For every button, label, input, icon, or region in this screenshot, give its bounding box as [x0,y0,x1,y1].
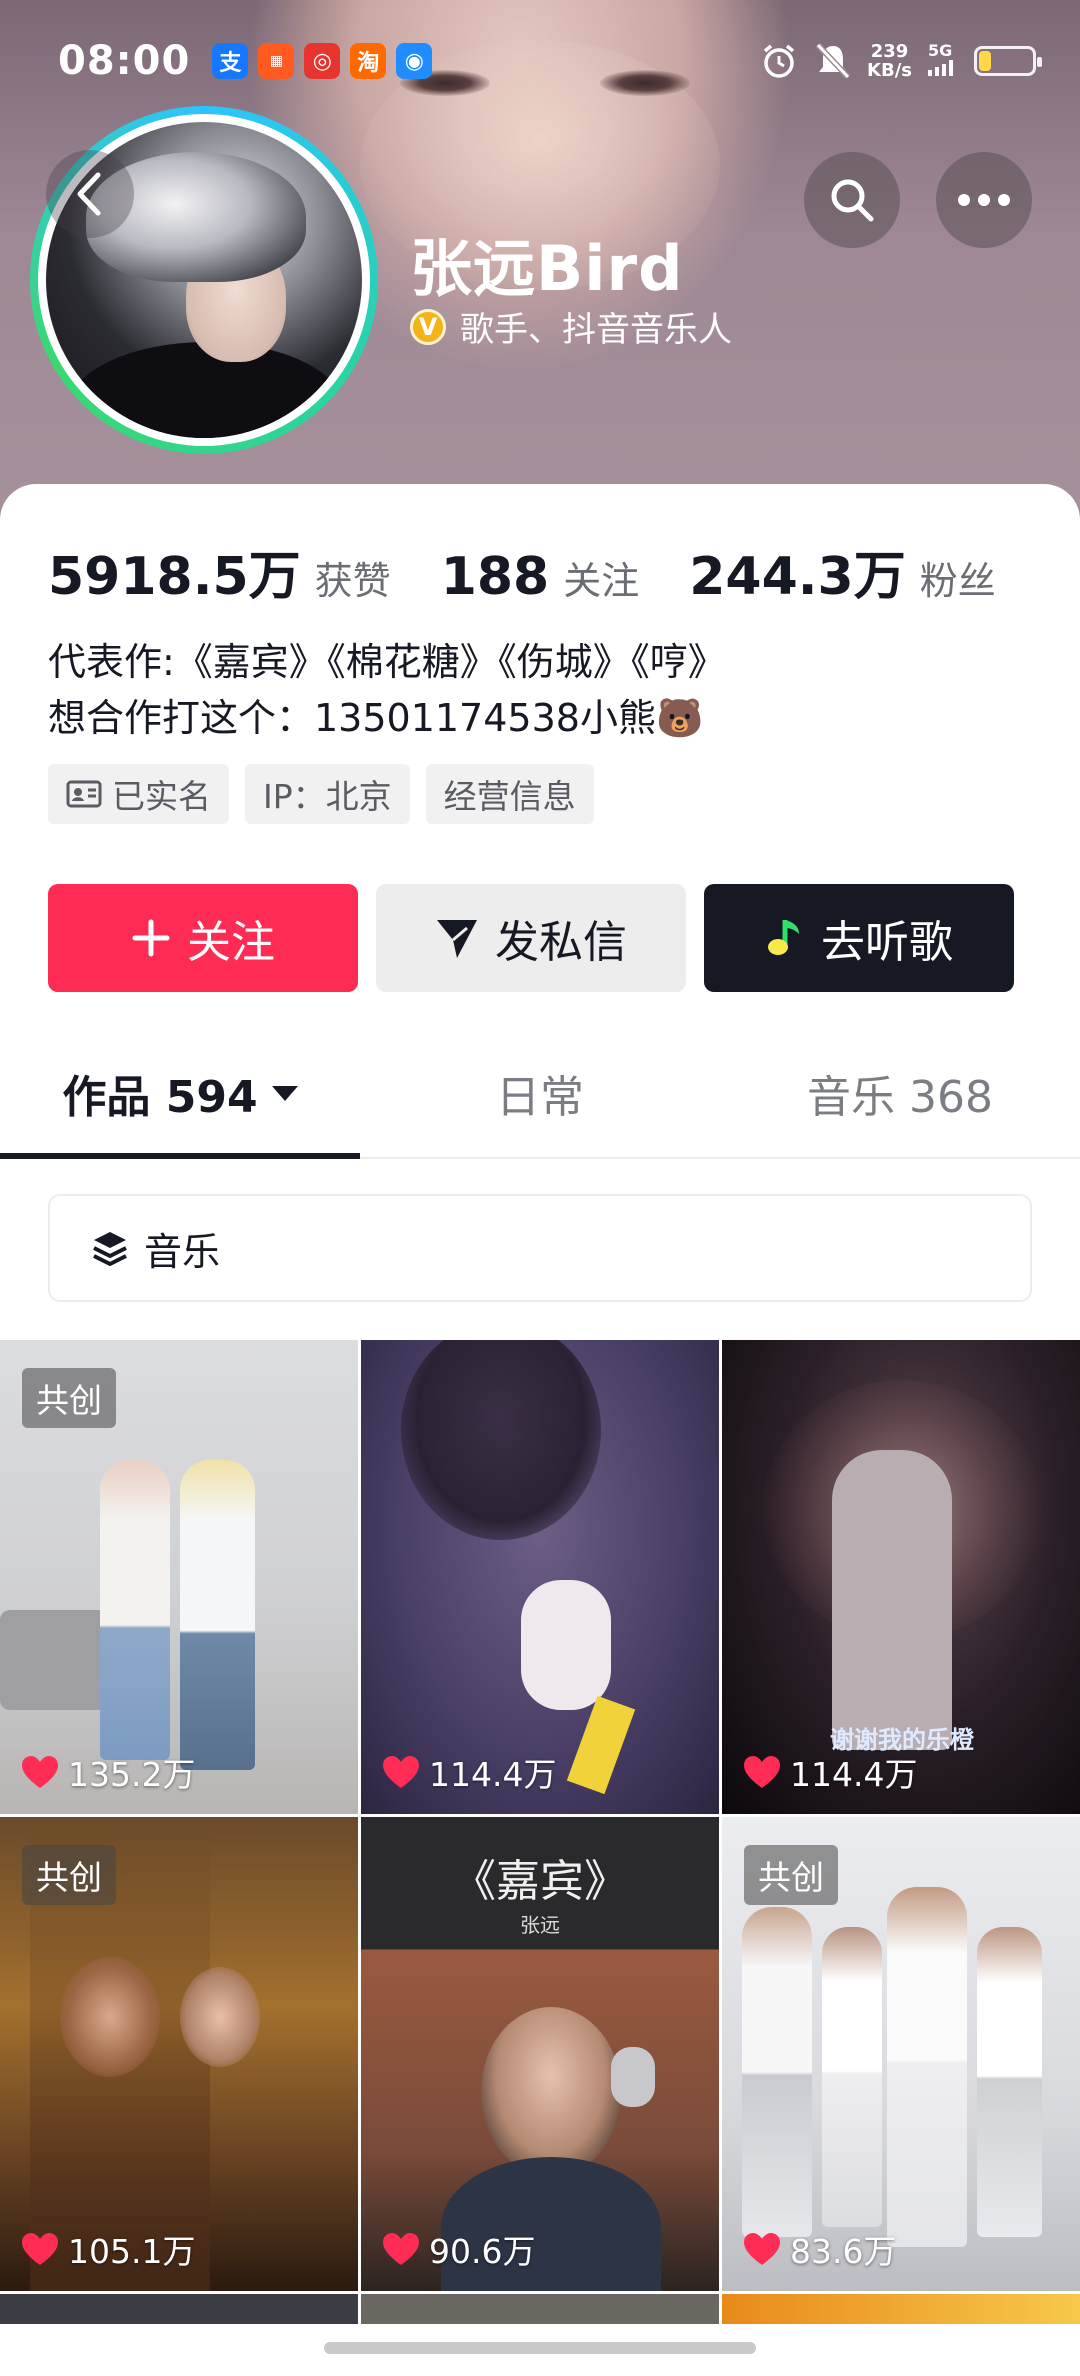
profile-page: 08:00 支 ▦ ◎ 淘 ◉ 239 KB/s 5G 张远Bird V 歌手、… [0,0,1080,2376]
video-tile[interactable] [722,2294,1080,2324]
profile-verification[interactable]: V 歌手、抖音音乐人 [410,302,732,351]
tab-works-label: 作品 594 [62,1072,258,1123]
video-likes: 83.6万 [742,2225,896,2273]
music-filter-label: 音乐 [144,1229,221,1274]
send-icon [437,920,477,958]
more-dots-icon [958,194,1010,206]
message-button[interactable]: 发私信 [376,884,686,992]
video-tile[interactable]: 共创 105.1万 [0,1817,358,2291]
ip-chip-label: IP：北京 [263,777,392,816]
status-bar: 08:00 支 ▦ ◎ 淘 ◉ 239 KB/s 5G [0,24,1080,98]
business-info-chip[interactable]: 经营信息 [425,764,594,824]
follow-button-label: 关注 [187,917,275,968]
listen-button[interactable]: 去听歌 [704,884,1014,992]
tab-daily[interactable]: 日常 [360,1029,720,1157]
ip-chip: IP：北京 [245,764,410,824]
back-button[interactable] [46,150,134,238]
heart-icon [22,2233,58,2265]
following-count[interactable]: 188 [441,547,550,607]
caret-down-icon [271,1085,298,1101]
profile-chips: 已实名 IP：北京 经营信息 [48,764,594,824]
likes-label: 获赞 [314,559,391,603]
verified-chip-label: 已实名 [112,777,211,816]
video-tile[interactable]: 114.4万 [361,1340,719,1814]
video-title: 《嘉宾》 [452,1856,628,1907]
followers-label: 粉丝 [919,559,996,603]
collab-tag: 共创 [22,1845,116,1905]
tab-daily-label: 日常 [496,1072,584,1123]
video-likes: 90.6万 [381,2225,535,2273]
music-filter[interactable]: 音乐 [48,1194,1032,1302]
music-note-icon [768,920,799,955]
signal-icon [928,60,953,76]
profile-bio: 代表作:《嘉宾》《棉花糖》《伤城》《哼》 想合作打这个：13501174538小… [48,634,726,746]
tab-works[interactable]: 作品 594 [0,1029,360,1159]
video-tile[interactable]: 谢谢我的乐橙 114.4万 [722,1340,1080,1814]
follow-button[interactable]: 关注 [48,884,358,992]
following-label: 关注 [563,559,640,603]
video-tile[interactable]: 《嘉宾》 张远 90.6万 [361,1817,719,2291]
network-type: 5G [928,42,958,80]
followers-count[interactable]: 244.3万 [689,534,905,609]
alarm-icon [763,44,795,78]
video-subtitle: 张远 [520,1913,560,1937]
home-indicator[interactable] [324,2342,756,2354]
weibo-icon: ◎ [304,43,341,79]
heart-icon [383,2233,419,2265]
alipay-icon: 支 [212,43,249,79]
plus-icon [132,919,170,957]
collab-tag: 共创 [744,1845,838,1905]
search-icon [831,179,874,222]
network-speed: 239 KB/s [867,41,912,81]
profile-actions: 关注 发私信 去听歌 [48,884,1014,992]
heart-icon [22,1756,58,1788]
profile-title: 歌手、抖音音乐人 [460,310,732,350]
content-tabs: 作品 594 日常 音乐 368 [0,1029,1080,1159]
profile-stats: 5918.5万 获赞 188 关注 244.3万 粉丝 [48,534,1046,609]
search-button[interactable] [804,152,900,248]
heart-icon [744,1756,780,1788]
tab-music-label: 音乐 368 [807,1072,993,1123]
broadcast-icon: ◉ [396,43,433,79]
verified-chip[interactable]: 已实名 [48,764,229,824]
listen-button-label: 去听歌 [821,917,953,968]
battery-icon [974,46,1042,76]
taobao-icon: 淘 [350,43,387,79]
video-likes: 114.4万 [381,1748,556,1796]
video-grid: 共创 135.2万 114.4万 谢谢我的乐橙 114.4万 共创 105.1万… [0,1340,1080,2324]
mute-bell-icon [815,42,851,80]
status-time: 08:00 [58,38,191,84]
video-tile[interactable]: 共创 83.6万 [722,1817,1080,2291]
bio-line: 代表作:《嘉宾》《棉花糖》《伤城》《哼》 [48,640,726,684]
id-card-icon [66,780,102,808]
verified-badge-icon: V [410,308,446,345]
video-likes: 135.2万 [20,1748,195,1796]
video-tile[interactable] [361,2294,719,2324]
message-button-label: 发私信 [495,917,627,968]
video-likes: 114.4万 [742,1748,917,1796]
video-tile[interactable] [0,2294,358,2324]
tab-music[interactable]: 音乐 368 [720,1029,1080,1157]
business-info-label: 经营信息 [443,777,576,816]
more-button[interactable] [936,152,1032,248]
heart-icon [744,2233,780,2265]
video-tile[interactable]: 共创 135.2万 [0,1340,358,1814]
collab-tag: 共创 [22,1368,116,1428]
profile-name: 张远Bird [410,232,684,305]
bio-line: 想合作打这个：13501174538小熊🐻 [48,696,704,740]
likes-count[interactable]: 5918.5万 [48,534,301,609]
chevron-left-icon [77,172,101,216]
heart-icon [383,1756,419,1788]
taobao-flash-icon: ▦ [258,43,295,79]
layers-icon [93,1232,127,1266]
video-likes: 105.1万 [20,2225,195,2273]
